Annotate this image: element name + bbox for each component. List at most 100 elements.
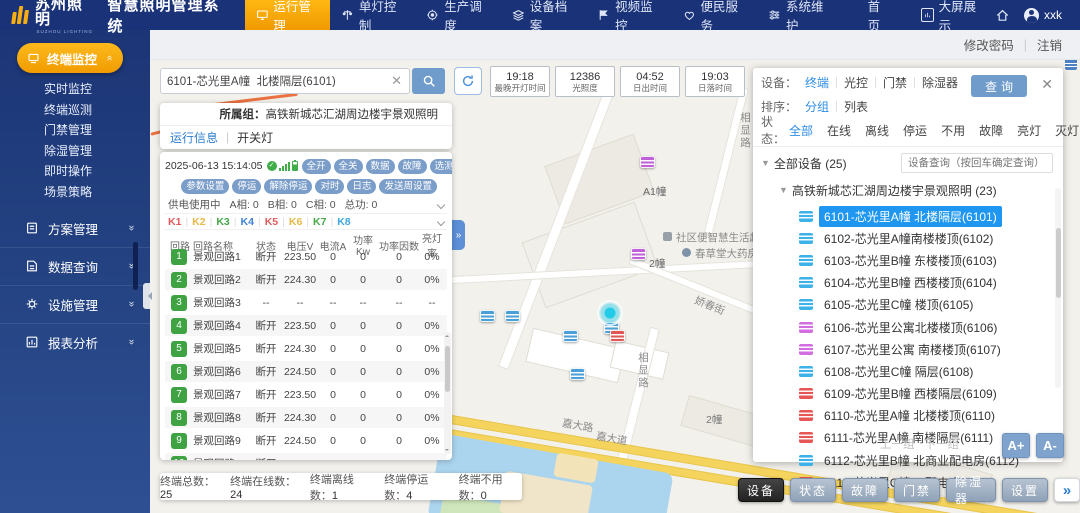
sidebar-item-instant-operation[interactable]: 即时操作 — [44, 165, 150, 177]
font-increase-button[interactable]: A+ — [1002, 433, 1030, 458]
stop-run-button[interactable]: 停运 — [232, 179, 261, 194]
sidebar-item-terminal-patrol[interactable]: 终端巡测 — [44, 104, 150, 116]
device-marker[interactable] — [631, 248, 646, 260]
scroll-up-icon[interactable] — [445, 333, 449, 337]
table-row[interactable]: 1景观回路1断开223.500000% — [165, 246, 447, 267]
status-option-fault[interactable]: 故障 — [975, 122, 1007, 139]
layer-access-button[interactable]: 门禁 — [894, 478, 940, 502]
filter-option-light-control[interactable]: 光控 — [840, 74, 872, 91]
device-marker[interactable] — [563, 330, 578, 342]
status-option-online[interactable]: 在线 — [823, 122, 855, 139]
table-row[interactable]: 4景观回路4断开223.500000% — [165, 315, 447, 336]
tree-group-node[interactable]: ▼ 高铁新城芯汇湖周边楼宇景观照明 (23) — [779, 180, 1055, 200]
send-week-schedule-button[interactable]: 发送周设置 — [379, 179, 437, 194]
tree-expand-icon[interactable]: ▼ — [779, 185, 788, 195]
terminal-search-input[interactable] — [161, 75, 384, 87]
data-button[interactable]: 数据 — [366, 159, 395, 174]
select-test-button[interactable]: 选测 — [430, 159, 452, 174]
nav-item-public-service[interactable]: 便民服务 — [672, 0, 757, 30]
device-tree-item[interactable]: 6101-芯光里A幢 北楼隔层(6101) — [799, 205, 1055, 227]
expand-panel-button[interactable]: » — [1054, 478, 1080, 502]
sort-option-list[interactable]: 列表 — [840, 98, 872, 115]
sidebar-item-facility-mgmt[interactable]: 设施管理 » — [0, 285, 150, 323]
nav-item-system-maintenance[interactable]: 系统维护 — [757, 0, 842, 30]
sidebar-item-terminal-monitor[interactable]: 终端监控 » — [17, 43, 123, 73]
scroll-down-icon[interactable] — [445, 449, 449, 453]
param-settings-button[interactable]: 参数设置 — [181, 179, 229, 194]
table-row[interactable]: 5景观回路5断开224.300000% — [165, 338, 447, 359]
all-off-button[interactable]: 全关 — [334, 159, 363, 174]
table-row[interactable]: 6景观回路6断开224.500000% — [165, 361, 447, 382]
device-tree-item[interactable]: 6108-芯光里C幢 隔层(6108) — [799, 360, 1055, 382]
home-icon[interactable] — [995, 8, 1010, 23]
device-marker[interactable] — [640, 156, 655, 168]
all-on-button[interactable]: 全开 — [302, 159, 331, 174]
layer-dehumidifier-button[interactable]: 除湿器 — [946, 478, 996, 502]
expand-chevron-icon[interactable] — [437, 217, 445, 225]
fault-button[interactable]: 故障 — [398, 159, 427, 174]
tab-switch-lamp[interactable]: 开关灯 — [237, 129, 273, 146]
table-row[interactable]: 2景观回路2断开224.300000% — [165, 269, 447, 290]
clear-search-icon[interactable]: ✕ — [384, 73, 409, 89]
table-row[interactable]: 7景观回路7断开223.500000% — [165, 384, 447, 405]
device-tree-item[interactable]: 6102-芯光里A幢南楼楼顶(6102) — [799, 227, 1055, 249]
font-decrease-button[interactable]: A- — [1036, 433, 1064, 458]
scrollbar-thumb[interactable] — [445, 346, 450, 392]
device-marker[interactable] — [505, 310, 520, 322]
next-group-link[interactable]: 下一组 — [925, 436, 960, 452]
filter-option-access[interactable]: 门禁 — [879, 74, 911, 91]
channel-k3[interactable]: K3 — [216, 216, 229, 228]
sidebar-item-data-query[interactable]: 数据查询 » — [0, 247, 150, 285]
log-button[interactable]: 日志 — [347, 179, 376, 194]
device-marker[interactable] — [610, 330, 625, 342]
status-option-all[interactable]: 全部 — [785, 122, 817, 139]
panel-collapse-handle[interactable]: » — [452, 220, 465, 250]
table-row[interactable]: 8景观回路8断开224.300000% — [165, 407, 447, 428]
device-tree-item[interactable]: 6107-芯光里公寓 南楼楼顶(6107) — [799, 338, 1055, 360]
sidebar-collapse-handle[interactable] — [143, 283, 150, 309]
table-row[interactable]: 9景观回路9断开224.500000% — [165, 430, 447, 451]
channel-k7[interactable]: K7 — [313, 216, 326, 228]
sidebar-item-report-analysis[interactable]: 报表分析 » — [0, 323, 150, 361]
nav-item-home-page[interactable]: 首页 — [857, 0, 902, 30]
change-password-link[interactable]: 修改密码 — [964, 35, 1014, 54]
selected-device-location-marker[interactable] — [597, 300, 623, 326]
expand-chevron-icon[interactable] — [437, 200, 445, 208]
sidebar-item-plan-mgmt[interactable]: 方案管理 » — [0, 210, 150, 247]
sidebar-item-realtime-monitor[interactable]: 实时监控 — [44, 83, 150, 95]
tree-expand-icon[interactable]: ▼ — [761, 158, 770, 168]
device-tree-item[interactable]: 6106-芯光里公寓北楼楼顶(6106) — [799, 316, 1055, 338]
status-option-lit[interactable]: 亮灯 — [1013, 122, 1045, 139]
device-search-input[interactable] — [901, 153, 1053, 173]
nav-item-device-archive[interactable]: 设备档案 — [501, 0, 586, 30]
sidebar-item-dehumidify-mgmt[interactable]: 除湿管理 — [44, 145, 150, 157]
time-sync-button[interactable]: 对时 — [315, 179, 344, 194]
resume-run-button[interactable]: 解除停运 — [264, 179, 312, 194]
sort-option-group[interactable]: 分组 — [801, 98, 833, 115]
device-tree-item[interactable]: 6105-芯光里C幢 楼顶(6105) — [799, 294, 1055, 316]
channel-k6[interactable]: K6 — [289, 216, 302, 228]
channel-k5[interactable]: K5 — [265, 216, 278, 228]
device-tree-item[interactable]: 6104-芯光里B幢 西楼楼顶(6104) — [799, 272, 1055, 294]
channel-k1[interactable]: K1 — [168, 216, 181, 228]
nav-item-video-monitor[interactable]: 视频监控 — [586, 0, 671, 30]
table-scrollbar[interactable] — [444, 332, 451, 454]
device-marker[interactable] — [570, 368, 585, 380]
logout-link[interactable]: 注销 — [1037, 35, 1062, 54]
nav-item-big-screen[interactable]: 大屏展示 — [910, 0, 995, 30]
device-tree-item[interactable]: 6109-芯光里B幢 西楼隔层(6109) — [799, 383, 1055, 405]
filter-option-terminal[interactable]: 终端 — [801, 74, 833, 91]
status-option-stopped[interactable]: 停运 — [899, 122, 931, 139]
sidebar-item-scene-strategy[interactable]: 场景策略 — [44, 186, 150, 198]
status-option-offline[interactable]: 离线 — [861, 122, 893, 139]
layer-status-button[interactable]: 状态 — [790, 478, 836, 502]
device-tree-item[interactable]: 6110-芯光里A幢 北楼楼顶(6110) — [799, 405, 1055, 427]
layer-settings-button[interactable]: 设置 — [1002, 478, 1048, 502]
status-option-off[interactable]: 灭灯 — [1051, 122, 1080, 139]
user-menu[interactable]: xxk — [1024, 8, 1062, 23]
table-row[interactable]: 10景观回路10断开223.500000% — [165, 453, 447, 460]
channel-k8[interactable]: K8 — [337, 216, 350, 228]
refresh-button[interactable] — [454, 67, 482, 95]
sidebar-item-access-mgmt[interactable]: 门禁管理 — [44, 124, 150, 136]
layer-fault-button[interactable]: 故障 — [842, 478, 888, 502]
